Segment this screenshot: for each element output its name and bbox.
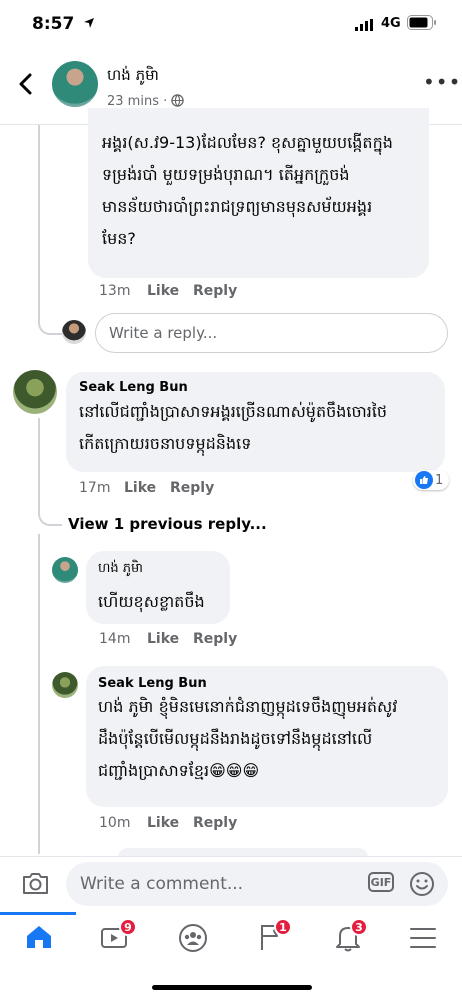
reply-button[interactable]: Reply [193, 631, 237, 647]
pages-badge: 1 [274, 918, 292, 936]
menu-hamburger-icon[interactable] [410, 927, 436, 949]
reply-button[interactable]: Reply [193, 283, 237, 299]
thread-connector [38, 315, 62, 335]
reply-text: ហើយខុសខ្លាតចឹង [98, 592, 205, 611]
comment-placeholder: Write a comment... [80, 874, 244, 894]
battery-icon [407, 15, 436, 30]
back-arrow-icon[interactable] [18, 73, 34, 95]
watch-badge: 9 [119, 918, 137, 936]
like-button[interactable]: Like [124, 480, 156, 496]
globe-icon [171, 94, 184, 107]
reply-text: ហង់ ភូមិា ខ្ញុំមិនមេនោក់ជំនាញម្កុដទេចឹងញ… [98, 697, 398, 780]
location-arrow-icon [84, 18, 95, 28]
thread-line [38, 534, 40, 854]
post-author-name[interactable]: ហង់ ភូមិា [107, 66, 159, 88]
comment-text: នៅលើជញ្ជាំងប្រាសាទអង្គរច្រើនណាស់ម៉ូតចឹងច… [79, 402, 388, 453]
reply-button[interactable]: Reply [170, 480, 214, 496]
home-indicator [152, 985, 312, 990]
active-tab-indicator [0, 912, 76, 915]
emoji-icon[interactable] [409, 871, 435, 897]
reply-author[interactable]: ហង់ ភូមិា [98, 560, 143, 579]
more-options-icon[interactable]: ••• [423, 70, 461, 94]
reply-author[interactable]: Seak Leng Bun [98, 676, 207, 691]
reply-author-avatar[interactable] [52, 672, 78, 698]
comment-time: 17m [79, 480, 111, 496]
like-button[interactable]: Like [147, 631, 179, 647]
notifications-badge: 3 [350, 918, 368, 936]
comment-author[interactable]: Seak Leng Bun [79, 380, 188, 395]
gif-button[interactable]: GIF [368, 872, 394, 892]
network-type: 4G [381, 16, 401, 31]
thread-line [38, 125, 40, 315]
like-button[interactable]: Like [147, 815, 179, 831]
thumbs-up-icon [415, 471, 433, 489]
reply-author-avatar[interactable] [52, 557, 78, 583]
comment-text: អង្គរ(ស.វ9-13)ដែលមែន? ខុសគ្នាមួយបង្កើតក្… [102, 133, 393, 248]
view-previous-replies[interactable]: View 1 previous reply... [68, 515, 267, 533]
clock-text: 8:57 [32, 14, 75, 34]
commenter-avatar[interactable] [13, 370, 57, 414]
reply-input[interactable]: Write a reply... [95, 313, 448, 353]
groups-icon[interactable] [178, 923, 208, 953]
comment-time: 13m [99, 283, 131, 299]
thread-connector [38, 504, 62, 526]
camera-icon[interactable] [21, 871, 50, 896]
reply-time: 14m [99, 631, 131, 647]
thread-line [38, 418, 40, 504]
post-time: 23 mins · [107, 94, 168, 109]
reply-button[interactable]: Reply [193, 815, 237, 831]
reply-time: 10m [99, 815, 131, 831]
my-avatar [62, 320, 86, 344]
reaction-count[interactable]: 1 [413, 470, 450, 490]
reply-placeholder: Write a reply... [109, 324, 218, 342]
home-icon[interactable] [25, 924, 53, 950]
signal-icon [355, 19, 373, 31]
reaction-number: 1 [435, 472, 444, 488]
like-button[interactable]: Like [147, 283, 179, 299]
post-author-avatar[interactable] [52, 61, 98, 107]
status-time: 8:57 [32, 14, 95, 34]
